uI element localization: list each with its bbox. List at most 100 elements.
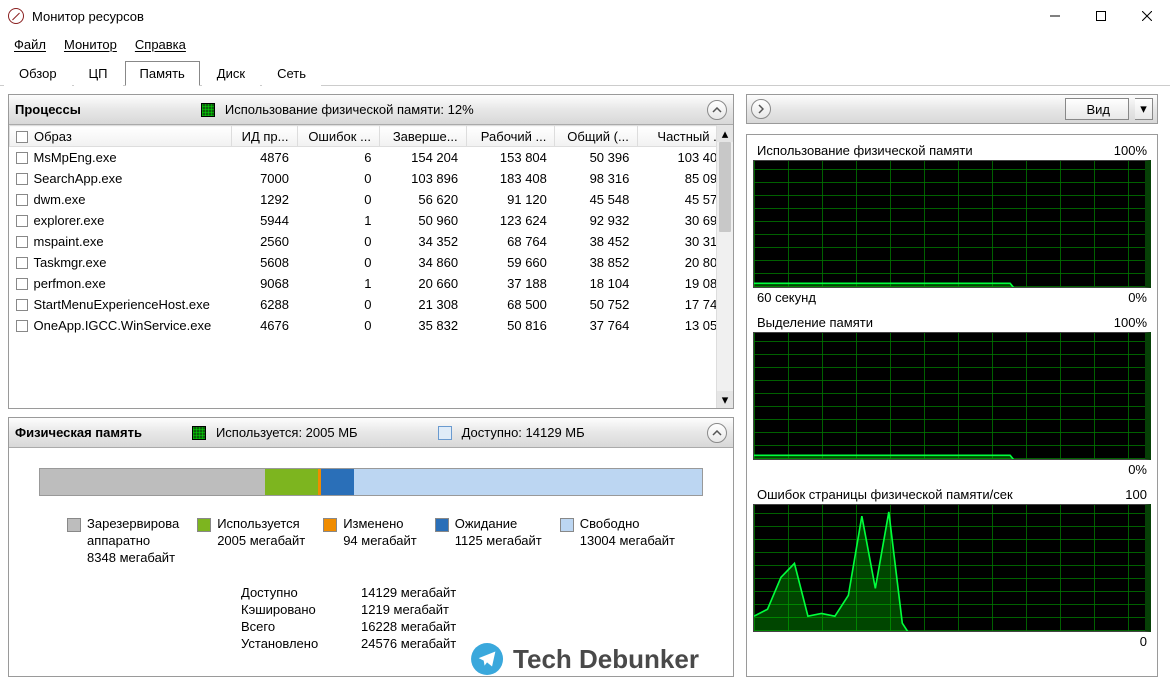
menu-file[interactable]: Файл (6, 35, 54, 54)
row-checkbox[interactable] (16, 299, 28, 311)
process-name: mspaint.exe (34, 234, 104, 249)
watermark: Tech Debunker (471, 643, 699, 675)
membar-segment (265, 469, 318, 495)
tab-cpu[interactable]: ЦП (74, 61, 123, 86)
tab-disk[interactable]: Диск (202, 61, 260, 86)
scroll-up-icon[interactable]: ▴ (717, 125, 733, 142)
row-checkbox[interactable] (16, 173, 28, 185)
expand-charts-button[interactable] (751, 99, 771, 119)
tab-memory[interactable]: Память (125, 61, 200, 86)
membar-segment (40, 469, 265, 495)
process-name: SearchApp.exe (34, 171, 123, 186)
row-checkbox[interactable] (16, 257, 28, 269)
memory-legend: Зарезервировааппаратно8348 мегабайтИспол… (39, 516, 703, 567)
chart-bottom-right: 0% (1128, 290, 1147, 305)
legend-item: Изменено94 мегабайт (323, 516, 417, 567)
row-checkbox[interactable] (16, 320, 28, 332)
select-all-checkbox[interactable] (16, 131, 28, 143)
process-scrollbar[interactable]: ▴ ▾ (716, 125, 733, 408)
process-name: perfmon.exe (34, 276, 106, 291)
row-checkbox[interactable] (16, 194, 28, 206)
process-table: Образ ИД пр... Ошибок ... Заверше... Раб… (9, 125, 733, 336)
collapse-button[interactable] (707, 100, 727, 120)
charts-container: Использование физической памяти 100% 60 с… (746, 134, 1158, 677)
col-faults[interactable]: Ошибок ... (297, 126, 379, 147)
col-shared[interactable]: Общий (... (555, 126, 637, 147)
chart-max: 100 (1125, 487, 1147, 502)
col-pid[interactable]: ИД пр... (231, 126, 297, 147)
row-checkbox[interactable] (16, 215, 28, 227)
scroll-down-icon[interactable]: ▾ (717, 391, 733, 408)
table-row[interactable]: MsMpEng.exe 48766154 204 153 80450 39610… (10, 147, 733, 169)
memory-bar (39, 468, 703, 496)
close-button[interactable] (1124, 0, 1170, 32)
process-name: Taskmgr.exe (34, 255, 107, 270)
chart-bottom-right: 0% (1128, 462, 1147, 477)
membar-segment (321, 469, 354, 495)
chart-block: Ошибок страницы физической памяти/сек 100… (753, 487, 1151, 655)
tab-network[interactable]: Сеть (262, 61, 321, 86)
scroll-thumb[interactable] (719, 142, 731, 232)
table-row[interactable]: mspaint.exe 2560034 352 68 76438 45230 3… (10, 231, 733, 252)
table-row[interactable]: SearchApp.exe 70000103 896 183 40898 316… (10, 168, 733, 189)
processes-panel: Процессы Использование физической памяти… (8, 94, 734, 409)
chart-block: Выделение памяти 100% 0% (753, 315, 1151, 483)
row-checkbox[interactable] (16, 278, 28, 290)
chart-block: Использование физической памяти100% 60 с… (753, 143, 1151, 311)
col-commit[interactable]: Заверше... (379, 126, 466, 147)
app-icon (8, 8, 24, 24)
table-row[interactable]: StartMenuExperienceHost.exe 6288021 308 … (10, 294, 733, 315)
chart-bottom-right: 0 (1140, 634, 1147, 649)
chart-bottom-left: 60 секунд (757, 290, 816, 305)
legend-swatch (323, 518, 337, 532)
process-name: StartMenuExperienceHost.exe (34, 297, 210, 312)
processes-title: Процессы (15, 102, 81, 117)
tabbar: Обзор ЦП Память Диск Сеть (0, 56, 1170, 86)
telegram-icon (471, 643, 503, 675)
window-title: Монитор ресурсов (32, 9, 1032, 24)
col-working[interactable]: Рабочий ... (466, 126, 555, 147)
table-row[interactable]: explorer.exe 5944150 960 123 62492 93230… (10, 210, 733, 231)
menu-help[interactable]: Справка (127, 35, 194, 54)
legend-swatch (435, 518, 449, 532)
process-name: OneApp.IGCC.WinService.exe (34, 318, 212, 333)
menu-monitor[interactable]: Монитор (56, 35, 125, 54)
legend-swatch (197, 518, 211, 532)
memory-free-icon (438, 426, 452, 440)
minimize-button[interactable] (1032, 0, 1078, 32)
legend-swatch (560, 518, 574, 532)
charts-header: Вид ▾ (746, 94, 1158, 124)
avail-label: Доступно: 14129 МБ (462, 425, 585, 440)
physical-title: Физическая память (15, 425, 142, 440)
titlebar: Монитор ресурсов (0, 0, 1170, 32)
maximize-button[interactable] (1078, 0, 1124, 32)
table-row[interactable]: perfmon.exe 9068120 660 37 18818 10419 0… (10, 273, 733, 294)
chart-title: Выделение памяти (757, 315, 873, 330)
row-checkbox[interactable] (16, 152, 28, 164)
collapse-button[interactable] (707, 423, 727, 443)
legend-item: Используется2005 мегабайт (197, 516, 305, 567)
table-row[interactable]: OneApp.IGCC.WinService.exe 4676035 832 5… (10, 315, 733, 336)
chart-max: 100% (1114, 315, 1147, 330)
chart-title: Ошибок страницы физической памяти/сек (757, 487, 1013, 502)
menubar: Файл Монитор Справка (0, 32, 1170, 56)
used-label: Используется: 2005 МБ (216, 425, 358, 440)
chart-title: Использование физической памяти (757, 143, 973, 158)
process-name: MsMpEng.exe (34, 150, 117, 165)
legend-item: Свободно13004 мегабайт (560, 516, 675, 567)
tab-overview[interactable]: Обзор (4, 61, 72, 86)
row-checkbox[interactable] (16, 236, 28, 248)
processes-usage-label: Использование физической памяти: 12% (225, 102, 474, 117)
table-row[interactable]: Taskmgr.exe 5608034 860 59 66038 85220 8… (10, 252, 733, 273)
col-image[interactable]: Образ (10, 126, 232, 147)
view-button[interactable]: Вид (1065, 98, 1129, 120)
memory-stats: Доступно14129 мегабайт Кэшировано1219 ме… (241, 585, 501, 651)
process-name: dwm.exe (34, 192, 86, 207)
process-name: explorer.exe (34, 213, 105, 228)
memory-icon (192, 426, 206, 440)
legend-swatch (67, 518, 81, 532)
chart-canvas (753, 160, 1151, 288)
view-dropdown[interactable]: ▾ (1135, 98, 1153, 120)
table-row[interactable]: dwm.exe 1292056 620 91 12045 54845 572 (10, 189, 733, 210)
legend-item: Ожидание1125 мегабайт (435, 516, 542, 567)
